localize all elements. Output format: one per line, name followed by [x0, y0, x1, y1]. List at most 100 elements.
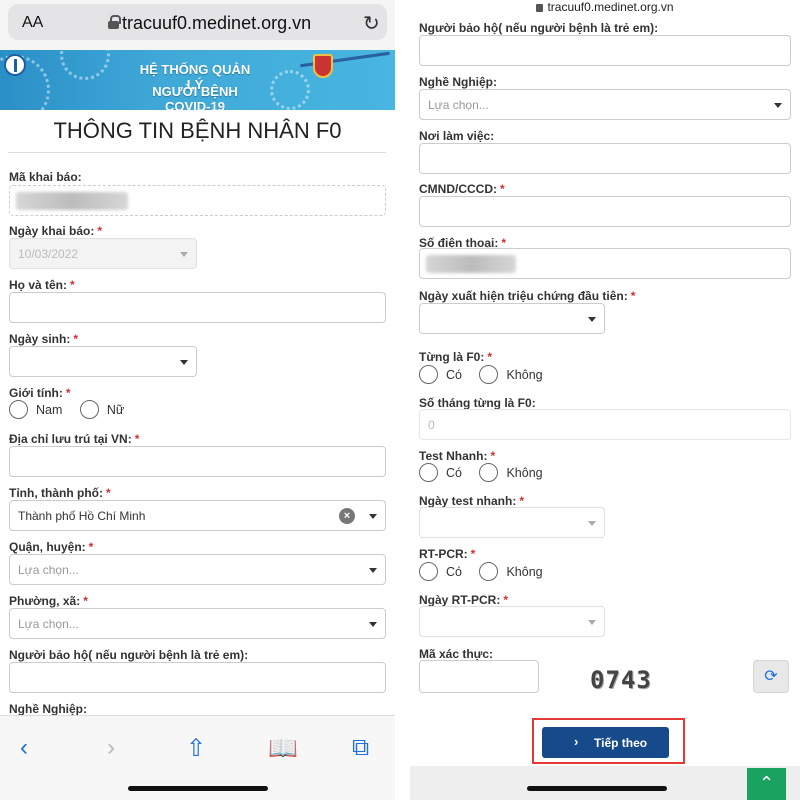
test-nhanh-radio-group: Có Không — [419, 463, 557, 482]
share-icon[interactable]: ⇧ — [186, 734, 206, 763]
refresh-captcha-button[interactable]: ⟳ — [753, 660, 789, 693]
refresh-icon: ⟳ — [764, 668, 778, 685]
nghe-nghiep-label: Nghề Nghiệp: — [419, 75, 497, 89]
test-nhanh-label: Test Nhanh: * — [419, 449, 496, 463]
next-button-label: Tiếp theo — [594, 736, 648, 750]
dia-chi-input[interactable] — [9, 446, 386, 477]
ngay-khai-bao-label: Ngày khai báo: * — [9, 224, 103, 238]
quan-huyen-label: Quận, huyện: * — [9, 540, 94, 554]
radio-nam[interactable] — [9, 400, 28, 419]
ma-xac-thuc-label: Mã xác thực: — [419, 647, 494, 661]
radio-khong[interactable] — [479, 562, 499, 581]
radio-khong[interactable] — [479, 463, 499, 482]
url-text: tracuuf0.medinet.org.vn — [122, 13, 312, 33]
nguoi-bao-ho-input[interactable] — [419, 35, 791, 66]
clear-icon[interactable]: × — [339, 508, 355, 524]
ho-va-ten-input[interactable] — [9, 292, 386, 323]
redacted-value — [426, 255, 516, 273]
back-icon[interactable]: ‹ — [20, 734, 28, 762]
radio-khong[interactable] — [479, 365, 499, 384]
virus-decoration — [60, 50, 110, 80]
forward-icon[interactable]: › — [107, 734, 115, 762]
chevron-down-icon — [369, 622, 377, 627]
title-divider — [8, 152, 386, 153]
tung-la-f0-radio-group: Có Không — [419, 365, 557, 384]
radio-co[interactable] — [419, 365, 438, 384]
radio-co[interactable] — [419, 463, 438, 482]
ma-khai-bao-field — [9, 185, 386, 216]
next-button[interactable]: › Tiếp theo — [542, 727, 669, 758]
ma-khai-bao-label: Mã khai báo: — [9, 170, 82, 184]
radio-khong-label: Không — [506, 367, 543, 382]
quan-huyen-placeholder: Lựa chọn... — [18, 563, 79, 577]
quan-huyen-select[interactable]: Lựa chọn... — [9, 554, 386, 585]
text-size-button[interactable]: AA — [22, 14, 43, 32]
ngay-rt-pcr-label: Ngày RT-PCR: * — [419, 593, 509, 607]
bookmarks-icon[interactable]: 📖 — [268, 734, 298, 763]
scroll-to-top-button[interactable]: ⌃ — [747, 768, 786, 800]
noi-lam-viec-label: Nơi làm việc: — [419, 129, 495, 143]
ngay-trieu-chung-select[interactable] — [419, 303, 605, 334]
phuong-xa-label: Phường, xã: * — [9, 594, 88, 608]
nghe-nghiep-select[interactable]: Lựa chọn... — [419, 89, 791, 120]
radio-co-label: Có — [446, 367, 462, 382]
url-field[interactable]: AA tracuuf0.medinet.org.vn ↻ — [8, 4, 387, 40]
nghe-nghiep-label: Nghề Nghiệp: — [9, 702, 87, 716]
radio-nam-label: Nam — [36, 402, 63, 417]
tung-la-f0-label: Từng là F0: * — [419, 350, 493, 364]
chevron-down-icon — [588, 317, 596, 322]
ngay-khai-bao-field: 10/03/2022 — [9, 238, 197, 269]
page-footer — [410, 766, 800, 800]
cmnd-input[interactable] — [419, 196, 791, 227]
tinh-thanh-select[interactable]: Thành phố Hồ Chí Minh × — [9, 500, 386, 531]
radio-nu[interactable] — [79, 400, 99, 419]
so-dien-thoai-input[interactable] — [419, 248, 791, 279]
radio-co[interactable] — [419, 562, 438, 581]
noi-lam-viec-input[interactable] — [419, 143, 791, 174]
ngay-trieu-chung-label: Ngày xuất hiện triệu chứng đầu tiên: * — [419, 289, 636, 303]
url-text: tracuuf0.medinet.org.vn — [410, 0, 800, 14]
phuong-xa-placeholder: Lựa chọn... — [18, 617, 79, 631]
banner-title-line2: NGƯỜI BỆNH COVID-19 — [152, 84, 238, 110]
radio-khong-label: Không — [506, 465, 543, 480]
nguoi-bao-ho-input[interactable] — [9, 662, 386, 693]
redacted-value — [16, 192, 128, 210]
right-screenshot: tracuuf0.medinet.org.vn Người bảo hộ( nế… — [410, 0, 800, 800]
nguoi-bao-ho-label: Người bảo hộ( nếu người bệnh là trẻ em): — [419, 21, 659, 35]
lock-icon — [108, 15, 121, 29]
so-thang-f0-placeholder: 0 — [428, 418, 435, 432]
chevron-down-icon — [774, 103, 782, 108]
ngay-khai-bao-value: 10/03/2022 — [18, 247, 79, 261]
chevron-up-icon: ⌃ — [758, 773, 775, 793]
chevron-down-icon — [180, 360, 188, 365]
ministry-logo-icon — [4, 54, 26, 76]
panel-divider — [395, 0, 410, 800]
lock-icon — [536, 4, 544, 12]
covid-banner: HỆ THỐNG QUẢN LÝ NGƯỜI BỆNH COVID-19 — [0, 50, 395, 110]
cmnd-label: CMND/CCCD: * — [419, 182, 505, 196]
page-title: THÔNG TIN BỆNH NHÂN F0 — [53, 118, 342, 143]
left-screenshot: AA tracuuf0.medinet.org.vn ↻ HỆ THỐNG QU… — [0, 0, 395, 800]
ngay-test-nhanh-label: Ngày test nhanh: * — [419, 494, 525, 508]
nguoi-bao-ho-label: Người bảo hộ( nếu người bệnh là trẻ em): — [9, 648, 249, 662]
chevron-down-icon — [588, 620, 596, 625]
phuong-xa-select[interactable]: Lựa chọn... — [9, 608, 386, 639]
ngay-test-nhanh-select[interactable] — [419, 507, 605, 538]
gioi-tinh-radio-group: Nam Nữ — [9, 400, 138, 419]
reload-icon[interactable]: ↻ — [363, 11, 380, 36]
radio-khong-label: Không — [506, 564, 543, 579]
ho-va-ten-label: Họ và tên: * — [9, 278, 75, 292]
radio-nu-label: Nữ — [106, 402, 125, 417]
chevron-down-icon — [369, 568, 377, 573]
ngay-sinh-select[interactable] — [9, 346, 197, 377]
nghe-nghiep-placeholder: Lựa chọn... — [428, 98, 489, 112]
tinh-thanh-value: Thành phố Hồ Chí Minh — [18, 509, 146, 523]
virus-decoration — [270, 70, 310, 110]
rt-pcr-radio-group: Có Không — [419, 562, 557, 581]
rt-pcr-label: RT-PCR: * — [419, 547, 476, 561]
captcha-image: 0743 — [590, 666, 652, 694]
ngay-rt-pcr-select[interactable] — [419, 606, 605, 637]
so-thang-f0-input[interactable]: 0 — [419, 409, 791, 440]
ma-xac-thuc-input[interactable] — [419, 660, 539, 693]
tabs-icon[interactable]: ⧉ — [352, 734, 369, 762]
